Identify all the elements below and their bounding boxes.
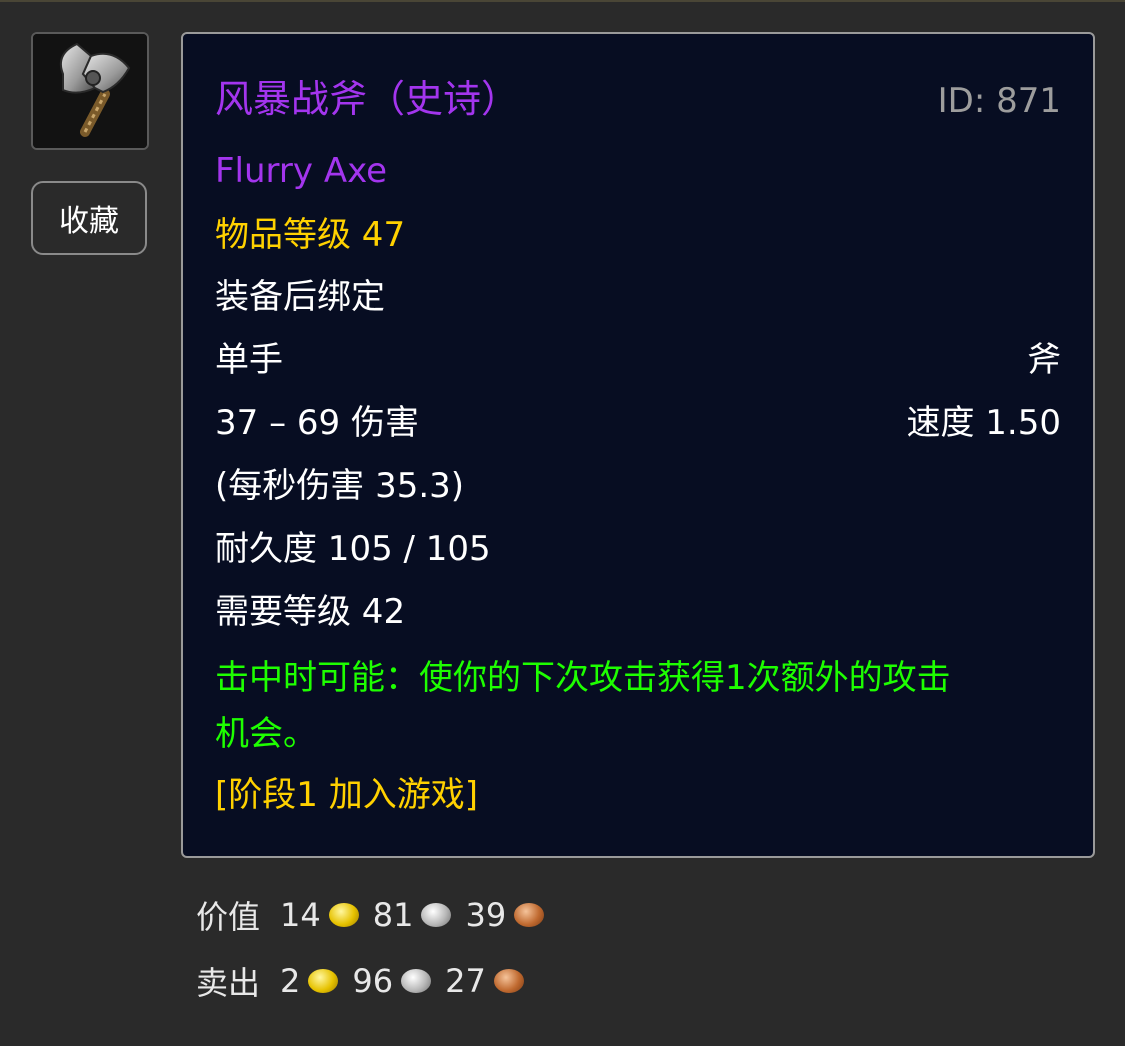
- item-id: ID: 871: [937, 81, 1061, 121]
- effect-line-1: 击中时可能：使你的下次攻击获得1次额外的攻击: [215, 658, 951, 698]
- gold-coin-icon: [308, 969, 339, 993]
- copper-coin-icon: [514, 903, 545, 927]
- sell-gold: 2: [280, 962, 301, 1000]
- speed-text: 速度 1.50: [906, 403, 1061, 443]
- sell-label: 卖出: [196, 964, 261, 1002]
- gold-coin-icon: [328, 903, 359, 927]
- favorite-button[interactable]: 收藏: [31, 181, 147, 255]
- item-name-en: Flurry Axe: [215, 151, 388, 191]
- item-level: 物品等级 47: [215, 215, 406, 255]
- phase-text: [阶段1 加入游戏]: [215, 775, 478, 815]
- item-icon-frame[interactable]: [31, 32, 149, 150]
- dps-text: (每秒伤害 35.3): [215, 466, 465, 506]
- slot-text: 单手: [215, 340, 283, 380]
- top-divider: [0, 0, 1125, 2]
- sell-silver: 96: [352, 962, 394, 1000]
- weapon-type: 斧: [1027, 340, 1061, 380]
- durability-text: 耐久度 105 / 105: [215, 529, 491, 569]
- effect-text: 击中时可能：使你的下次攻击获得1次额外的攻击 机会。: [215, 650, 1065, 762]
- value-label: 价值: [196, 898, 261, 936]
- sell-copper: 27: [445, 962, 486, 1000]
- sell-row: 卖出 2 96 27: [196, 958, 538, 1004]
- effect-line-2: 机会。: [215, 714, 317, 754]
- item-name-cn: 风暴战斧（史诗）: [215, 77, 520, 121]
- silver-coin-icon: [401, 969, 432, 993]
- binding-text: 装备后绑定: [215, 277, 385, 317]
- required-level: 需要等级 42: [215, 592, 406, 632]
- value-gold: 14: [280, 896, 321, 934]
- value-row: 价值 14 81 39: [196, 892, 558, 938]
- silver-coin-icon: [421, 903, 452, 927]
- value-copper: 39: [465, 896, 507, 934]
- damage-text: 37 – 69 伤害: [215, 403, 419, 443]
- copper-coin-icon: [493, 969, 524, 993]
- item-tooltip: 风暴战斧（史诗） ID: 871 Flurry Axe 物品等级 47 装备后绑…: [181, 32, 1095, 858]
- value-silver: 81: [372, 896, 414, 934]
- axe-icon: [33, 34, 147, 148]
